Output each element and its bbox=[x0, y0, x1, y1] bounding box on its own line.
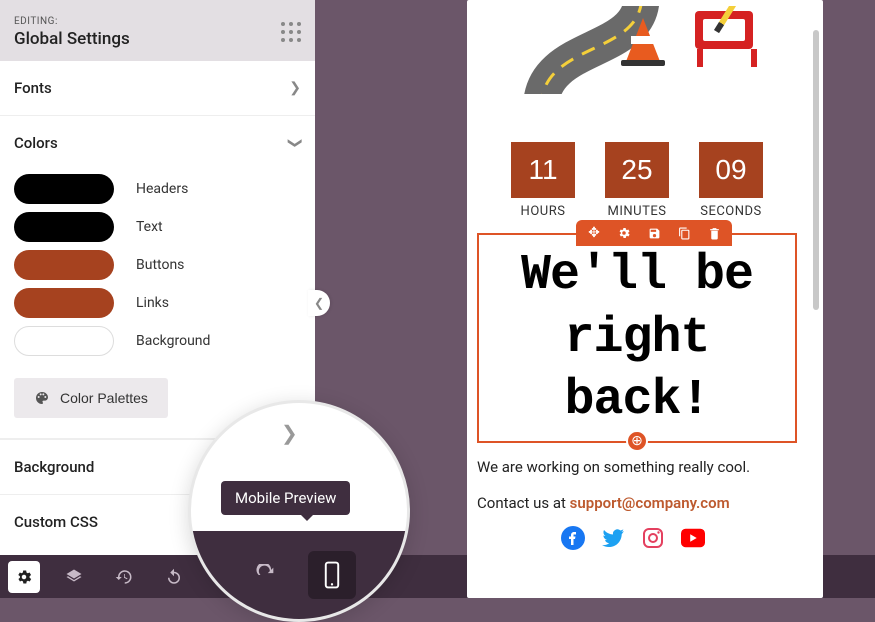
save-icon[interactable] bbox=[646, 225, 662, 241]
move-icon[interactable]: ✥ bbox=[586, 225, 602, 241]
cone-icon bbox=[625, 18, 661, 64]
chevron-right-icon: ❯ bbox=[281, 421, 298, 445]
element-toolbar: ✥ bbox=[576, 220, 732, 246]
settings-button[interactable] bbox=[8, 561, 40, 593]
swatch-background[interactable] bbox=[14, 326, 114, 356]
seconds-value: 09 bbox=[699, 142, 763, 198]
color-row-text[interactable]: Text bbox=[0, 208, 315, 246]
copy-icon[interactable] bbox=[676, 225, 692, 241]
undo-icon bbox=[165, 568, 183, 586]
contact-line: Contact us at support@company.com bbox=[477, 494, 797, 512]
youtube-icon[interactable] bbox=[681, 526, 705, 550]
hours-label: HOURS bbox=[511, 204, 575, 219]
preview-scrollbar[interactable] bbox=[813, 30, 819, 310]
history-button[interactable] bbox=[108, 561, 140, 593]
swatch-label: Text bbox=[136, 219, 163, 235]
twitter-icon[interactable] bbox=[601, 526, 625, 550]
color-row-headers[interactable]: Headers bbox=[0, 170, 315, 208]
colors-section[interactable]: Colors ❯ bbox=[0, 116, 315, 170]
contact-link[interactable]: support@company.com bbox=[570, 494, 730, 512]
gear-icon bbox=[15, 568, 33, 586]
refresh-button[interactable] bbox=[242, 551, 290, 599]
swatch-label: Headers bbox=[136, 181, 188, 197]
sidebar-header: EDITING: Global Settings bbox=[0, 0, 315, 61]
contact-prefix: Contact us at bbox=[477, 494, 570, 512]
palette-icon bbox=[34, 390, 50, 406]
colors-label: Colors bbox=[14, 134, 58, 152]
layers-icon bbox=[65, 568, 83, 586]
mobile-preview-frame: 11 HOURS 25 MINUTES 09 SECONDS ✥ We'll b… bbox=[467, 0, 823, 598]
add-element-button[interactable]: ⊕ bbox=[626, 430, 648, 452]
hours-value: 11 bbox=[511, 142, 575, 198]
delete-icon[interactable] bbox=[706, 225, 722, 241]
swatch-label: Links bbox=[136, 295, 169, 311]
seconds-label: SECONDS bbox=[699, 204, 763, 219]
fonts-label: Fonts bbox=[14, 79, 52, 97]
grid-drag-icon[interactable] bbox=[281, 22, 301, 42]
history-icon bbox=[115, 568, 133, 586]
selected-heading-block[interactable]: We'll be right back! ⊕ bbox=[477, 233, 797, 443]
swatch-label: Buttons bbox=[136, 257, 184, 273]
hero-illustration bbox=[477, 6, 797, 94]
editing-label: EDITING: bbox=[14, 16, 130, 27]
undo-button[interactable] bbox=[158, 561, 190, 593]
color-row-links[interactable]: Links bbox=[0, 284, 315, 322]
swatch-text[interactable] bbox=[14, 212, 114, 242]
countdown-timer: 11 HOURS 25 MINUTES 09 SECONDS bbox=[477, 142, 797, 219]
magnifier-highlight: ❯ Mobile Preview bbox=[188, 400, 410, 622]
subtitle-text[interactable]: We are working on something really cool. bbox=[477, 457, 797, 478]
instagram-icon[interactable] bbox=[641, 526, 665, 550]
page-heading[interactable]: We'll be right back! bbox=[485, 245, 789, 433]
minutes-label: MINUTES bbox=[605, 204, 669, 219]
color-palettes-button[interactable]: Color Palettes bbox=[14, 378, 168, 418]
minutes-value: 25 bbox=[605, 142, 669, 198]
social-icons bbox=[477, 526, 797, 550]
swatch-links[interactable] bbox=[14, 288, 114, 318]
sidebar-title: Global Settings bbox=[14, 29, 130, 49]
fonts-section[interactable]: Fonts ❯ bbox=[0, 61, 315, 115]
gear-icon[interactable] bbox=[616, 225, 632, 241]
swatch-headers[interactable] bbox=[14, 174, 114, 204]
chevron-down-icon: ❯ bbox=[287, 137, 303, 149]
mobile-preview-button[interactable] bbox=[308, 551, 356, 599]
color-row-background[interactable]: Background bbox=[0, 322, 315, 360]
swatch-buttons[interactable] bbox=[14, 250, 114, 280]
mobile-icon bbox=[322, 561, 342, 589]
facebook-icon[interactable] bbox=[561, 526, 585, 550]
layers-button[interactable] bbox=[58, 561, 90, 593]
swatch-label: Background bbox=[136, 333, 210, 349]
mobile-preview-tooltip: Mobile Preview bbox=[221, 481, 350, 515]
refresh-icon bbox=[255, 564, 277, 586]
chevron-right-icon: ❯ bbox=[289, 80, 301, 96]
palettes-label: Color Palettes bbox=[60, 390, 148, 406]
sidebar-collapse-handle[interactable]: ❮ bbox=[308, 290, 330, 316]
color-row-buttons[interactable]: Buttons bbox=[0, 246, 315, 284]
